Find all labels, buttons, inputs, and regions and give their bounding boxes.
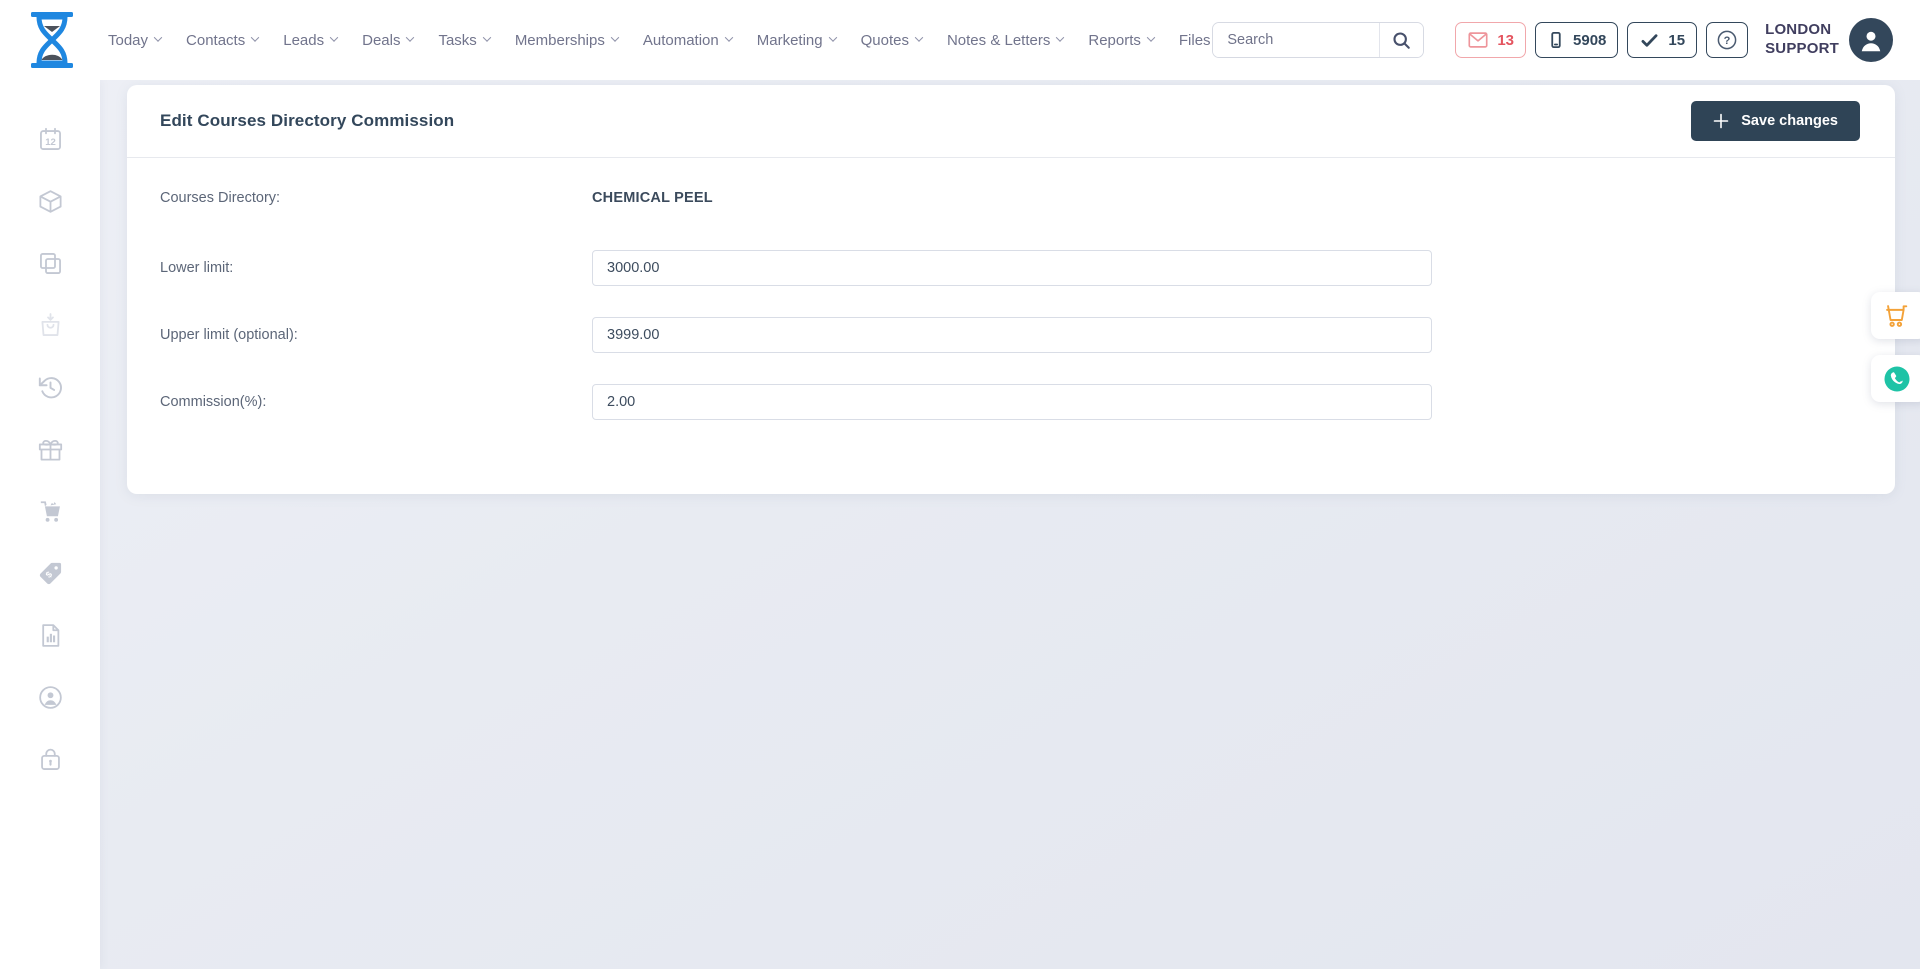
nav-item-contacts[interactable]: Contacts <box>186 32 258 49</box>
lower-limit-row: Lower limit: <box>160 250 1862 286</box>
nav-item-quotes[interactable]: Quotes <box>861 32 922 49</box>
page-title: Edit Courses Directory Commission <box>160 111 454 131</box>
svg-text:12: 12 <box>45 137 56 148</box>
copy-icon[interactable] <box>37 250 64 277</box>
app-root: Today Contacts Leads Deals Tasks Members… <box>0 0 1920 969</box>
chevron-down-icon <box>154 33 162 41</box>
checkmark-icon <box>1639 30 1660 51</box>
nav-item-memberships[interactable]: Memberships <box>515 32 618 49</box>
nav-item-today[interactable]: Today <box>108 32 161 49</box>
global-search <box>1212 22 1424 58</box>
mobile-phone-icon <box>1547 30 1565 50</box>
report-document-icon[interactable] <box>37 622 64 649</box>
panel-body: Courses Directory: CHEMICAL PEEL Lower l… <box>127 158 1895 420</box>
courses-directory-row: Courses Directory: CHEMICAL PEEL <box>160 180 1862 216</box>
avatar[interactable] <box>1849 18 1893 62</box>
upper-limit-row: Upper limit (optional): <box>160 317 1862 353</box>
chevron-down-icon <box>724 33 732 41</box>
chevron-down-icon <box>483 33 491 41</box>
person-icon <box>1856 25 1886 55</box>
cart-icon[interactable] <box>37 498 64 525</box>
hourglass-logo-icon <box>26 11 78 69</box>
courses-directory-value: CHEMICAL PEEL <box>592 190 713 206</box>
chevron-down-icon <box>828 33 836 41</box>
nav-item-tasks[interactable]: Tasks <box>438 32 489 49</box>
edit-commission-panel: Edit Courses Directory Commission Save c… <box>127 85 1895 494</box>
messages-count: 13 <box>1497 32 1514 49</box>
gift-icon[interactable] <box>37 436 64 463</box>
floating-whatsapp-button[interactable] <box>1871 355 1920 402</box>
chevron-down-icon <box>251 33 259 41</box>
bag-download-icon[interactable] <box>37 312 64 339</box>
floating-cart-button[interactable] <box>1871 292 1920 339</box>
main-nav: Today Contacts Leads Deals Tasks Members… <box>108 32 1211 49</box>
header-right-cluster: 13 5908 15 ? <box>1212 18 1893 62</box>
upper-limit-label: Upper limit (optional): <box>160 327 592 343</box>
panel-header: Edit Courses Directory Commission Save c… <box>127 85 1895 158</box>
user-name: LONDON SUPPORT <box>1765 21 1839 59</box>
whatsapp-phone-icon <box>1882 364 1912 394</box>
nav-item-automation[interactable]: Automation <box>643 32 732 49</box>
commission-input[interactable] <box>592 384 1432 420</box>
cart-icon <box>1882 302 1909 329</box>
tasks-count: 15 <box>1668 32 1685 49</box>
company-logo[interactable] <box>26 11 78 69</box>
chevron-down-icon <box>915 33 923 41</box>
courses-directory-label: Courses Directory: <box>160 190 592 206</box>
save-changes-button[interactable]: Save changes <box>1691 101 1860 141</box>
top-header: Today Contacts Leads Deals Tasks Members… <box>0 0 1920 80</box>
price-tag-icon[interactable]: $ <box>37 560 64 587</box>
messages-badge[interactable]: 13 <box>1455 22 1526 58</box>
nav-item-notes-letters[interactable]: Notes & Letters <box>947 32 1063 49</box>
lower-limit-input[interactable] <box>592 250 1432 286</box>
user-circle-icon[interactable] <box>37 684 64 711</box>
chevron-down-icon <box>611 33 619 41</box>
magnifier-icon <box>1391 30 1412 51</box>
calls-count: 5908 <box>1573 32 1606 49</box>
lock-icon[interactable] <box>37 746 64 773</box>
chevron-down-icon <box>406 33 414 41</box>
user-menu[interactable]: LONDON SUPPORT <box>1765 18 1893 62</box>
commission-label: Commission(%): <box>160 394 592 410</box>
cube-icon[interactable] <box>37 188 64 215</box>
chevron-down-icon <box>330 33 338 41</box>
calendar-icon[interactable]: 12 <box>37 126 64 153</box>
calls-badge[interactable]: 5908 <box>1535 22 1618 58</box>
nav-item-deals[interactable]: Deals <box>362 32 413 49</box>
envelope-icon <box>1467 29 1489 51</box>
nav-item-leads[interactable]: Leads <box>283 32 337 49</box>
chevron-down-icon <box>1147 33 1155 41</box>
search-button[interactable] <box>1379 23 1423 57</box>
sidebar: 12 <box>0 80 100 969</box>
nav-item-files[interactable]: Files <box>1179 32 1211 49</box>
search-input[interactable] <box>1213 23 1379 57</box>
commission-row: Commission(%): <box>160 384 1862 420</box>
svg-text:?: ? <box>1724 35 1731 47</box>
plus-icon <box>1713 113 1729 129</box>
tasks-badge[interactable]: 15 <box>1627 22 1697 58</box>
help-button[interactable]: ? <box>1706 22 1748 58</box>
upper-limit-input[interactable] <box>592 317 1432 353</box>
question-mark-icon: ? <box>1715 28 1739 52</box>
lower-limit-label: Lower limit: <box>160 260 592 276</box>
chevron-down-icon <box>1056 33 1064 41</box>
nav-item-marketing[interactable]: Marketing <box>757 32 836 49</box>
nav-item-reports[interactable]: Reports <box>1088 32 1154 49</box>
history-icon[interactable] <box>37 374 64 401</box>
